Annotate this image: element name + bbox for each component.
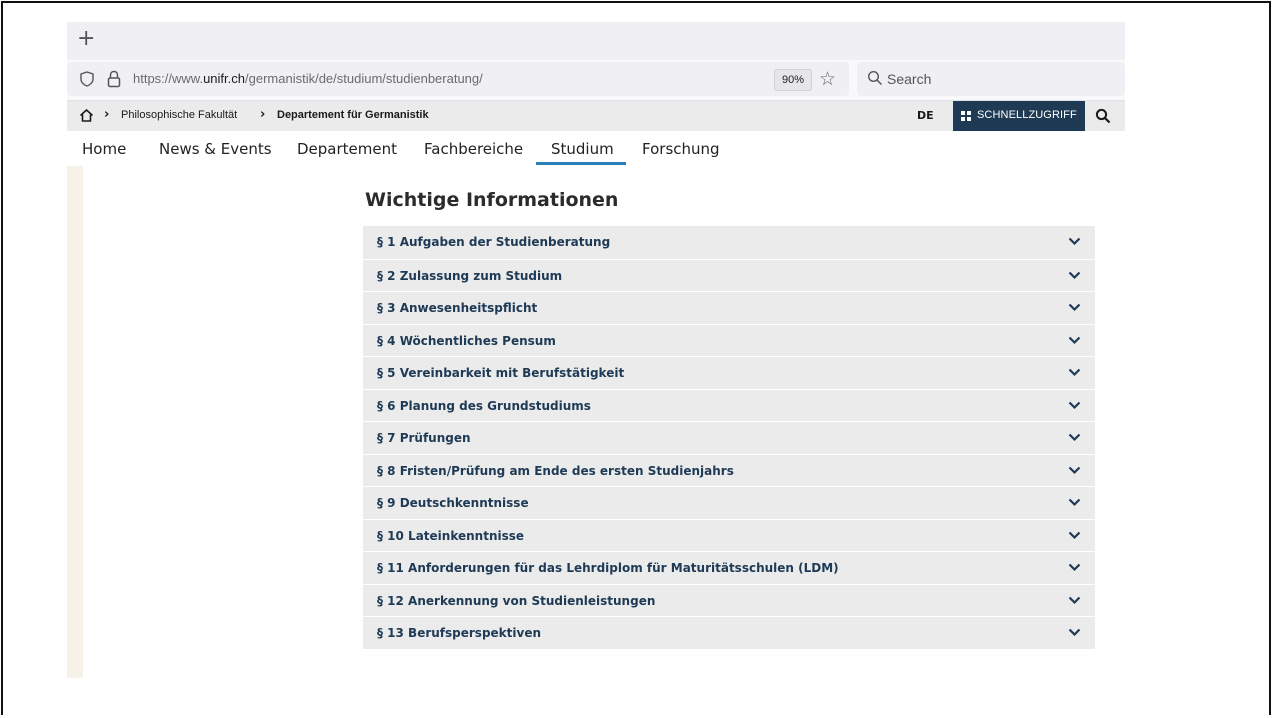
accordion-item[interactable]: § 13 Berufsperspektiven — [363, 616, 1095, 649]
quick-access-button[interactable]: SCHNELLZUGRIFF — [953, 101, 1085, 131]
chevron-right-icon: › — [260, 107, 266, 122]
accordion-item[interactable]: § 5 Vereinbarkeit mit Berufstätigkeit — [363, 356, 1095, 389]
accordion-item[interactable]: § 12 Anerkennung von Studienleistungen — [363, 583, 1095, 616]
browser-window: + https://www.unifr.ch/germanistik/de/st… — [67, 22, 1125, 169]
accordion-item[interactable]: § 4 Wöchentliches Pensum — [363, 323, 1095, 356]
breadcrumb-faculty[interactable]: Philosophische Fakultät — [121, 109, 237, 121]
accordion-item[interactable]: § 11 Anforderungen für das Lehrdiplom fü… — [363, 551, 1095, 584]
accordion-item[interactable]: § 6 Planung des Grundstudiums — [363, 388, 1095, 421]
accordion-item-label: § 9 Deutschkenntnisse — [377, 496, 529, 510]
section-title: Wichtige Informationen — [365, 189, 619, 211]
accordion-item[interactable]: § 3 Anwesenheitspflicht — [363, 291, 1095, 324]
chevron-down-icon[interactable] — [1068, 498, 1081, 507]
main-navigation: Home News & Events Departement Fachberei… — [67, 131, 1125, 169]
nav-fachbereiche[interactable]: Fachbereiche — [424, 140, 523, 158]
accordion-item[interactable]: § 2 Zulassung zum Studium — [363, 258, 1095, 291]
address-bar[interactable]: https://www.unifr.ch/germanistik/de/stud… — [67, 62, 849, 96]
accordion-item-label: § 13 Berufsperspektiven — [377, 626, 542, 640]
search-icon — [867, 70, 883, 86]
accordion-item-label: § 5 Vereinbarkeit mit Berufstätigkeit — [377, 366, 625, 380]
url-prefix: https://www. — [133, 71, 204, 86]
browser-search-box[interactable]: Search — [857, 62, 1125, 96]
accordion-item[interactable]: § 8 Fristen/Prüfung am Ende des ersten S… — [363, 453, 1095, 486]
zoom-level-badge[interactable]: 90% — [774, 69, 813, 91]
chevron-right-icon: › — [104, 107, 110, 122]
url-domain: unifr.ch — [203, 71, 245, 86]
chevron-down-icon[interactable] — [1068, 563, 1081, 572]
nav-home[interactable]: Home — [82, 140, 126, 158]
chevron-down-icon[interactable] — [1068, 401, 1081, 410]
accordion-item[interactable]: § 9 Deutschkenntnisse — [363, 486, 1095, 519]
accordion-item[interactable]: § 1 Aufgaben der Studienberatung — [363, 226, 1095, 259]
site-search-icon[interactable] — [1095, 108, 1111, 124]
chevron-down-icon[interactable] — [1068, 531, 1081, 540]
tab-bar: + — [67, 22, 1125, 60]
chevron-down-icon[interactable] — [1068, 433, 1081, 442]
accordion-item-label: § 4 Wöchentliches Pensum — [377, 333, 556, 348]
accordion-item[interactable]: § 7 Prüfungen — [363, 421, 1095, 454]
chevron-down-icon[interactable] — [1068, 237, 1081, 246]
new-tab-button[interactable]: + — [77, 26, 95, 51]
active-nav-indicator — [536, 162, 626, 165]
accordion-item-label: § 2 Zulassung zum Studium — [377, 268, 563, 283]
chevron-down-icon[interactable] — [1068, 271, 1081, 280]
breadcrumb-department[interactable]: Departement für Germanistik — [277, 109, 429, 121]
chevron-down-icon[interactable] — [1068, 466, 1081, 475]
quick-access-label: SCHNELLZUGRIFF — [977, 109, 1077, 121]
toolbar: https://www.unifr.ch/germanistik/de/stud… — [67, 60, 1125, 101]
accordion-item[interactable]: § 10 Lateinkenntnisse — [363, 518, 1095, 551]
nav-studium[interactable]: Studium — [551, 140, 614, 158]
site-topbar: › Philosophische Fakultät › Departement … — [67, 101, 1125, 131]
home-icon[interactable] — [80, 109, 93, 122]
bookmark-star-icon[interactable]: ☆ — [819, 68, 836, 90]
url-path: /germanistik/de/studium/studienberatung/ — [245, 71, 483, 86]
shield-icon[interactable] — [79, 71, 95, 87]
nav-forschung[interactable]: Forschung — [642, 140, 720, 158]
language-switch[interactable]: DE — [917, 109, 934, 122]
accordion-item-label: § 6 Planung des Grundstudiums — [377, 398, 591, 413]
accordion-item-label: § 11 Anforderungen für das Lehrdiplom fü… — [377, 561, 839, 575]
page-content: Wichtige Informationen § 1 Aufgaben der … — [67, 166, 1125, 678]
chevron-down-icon[interactable] — [1068, 303, 1081, 312]
chevron-down-icon[interactable] — [1068, 368, 1081, 377]
accordion-item-label: § 12 Anerkennung von Studienleistungen — [377, 593, 656, 608]
chevron-down-icon[interactable] — [1068, 628, 1081, 637]
search-placeholder: Search — [887, 71, 932, 87]
accordion: § 1 Aufgaben der Studienberatung § 2 Zula… — [363, 226, 1095, 649]
nav-departement[interactable]: Departement — [297, 140, 397, 158]
nav-news-events[interactable]: News & Events — [159, 140, 272, 158]
accordion-item-label: § 10 Lateinkenntnisse — [377, 528, 525, 543]
left-rail — [67, 166, 83, 678]
accordion-item-label: § 3 Anwesenheitspflicht — [377, 301, 538, 315]
url-text[interactable]: https://www.unifr.ch/germanistik/de/stud… — [133, 71, 483, 86]
grid-icon — [961, 111, 971, 121]
accordion-item-label: § 1 Aufgaben der Studienberatung — [377, 235, 611, 249]
chevron-down-icon[interactable] — [1068, 596, 1081, 605]
accordion-item-label: § 7 Prüfungen — [377, 431, 471, 445]
accordion-item-label: § 8 Fristen/Prüfung am Ende des ersten S… — [377, 463, 734, 478]
lock-icon[interactable] — [107, 70, 121, 88]
chevron-down-icon[interactable] — [1068, 336, 1081, 345]
